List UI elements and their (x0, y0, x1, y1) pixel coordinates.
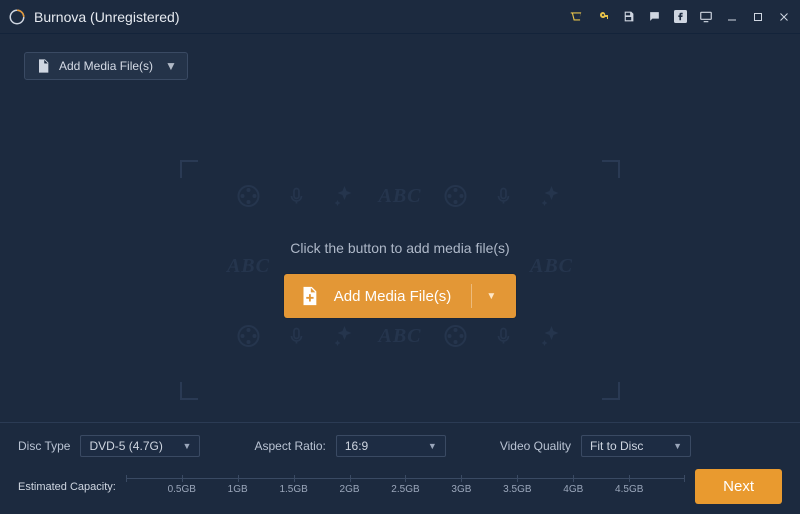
ruler-tick-label: 4GB (563, 484, 583, 495)
chevron-down-icon[interactable]: ▼ (486, 291, 496, 302)
ruler-tick-label: 2.5GB (391, 484, 419, 495)
capacity-label: Estimated Capacity: (18, 481, 116, 493)
ghost-abc: ABC (530, 255, 573, 278)
titlebar: Burnova (Unregistered) (0, 0, 800, 34)
reel-icon (234, 322, 262, 350)
reel-icon (234, 182, 262, 210)
add-media-big-button[interactable]: Add Media File(s) ▼ (284, 274, 516, 318)
ghost-row: ABC (234, 182, 565, 210)
next-button-label: Next (723, 478, 754, 495)
facebook-icon[interactable] (672, 9, 688, 25)
add-file-icon (35, 58, 51, 74)
next-button[interactable]: Next (695, 469, 782, 504)
maximize-icon[interactable] (750, 9, 766, 25)
close-icon[interactable] (776, 9, 792, 25)
stage-message: Click the button to add media file(s) (284, 240, 516, 256)
ruler-tick-label: 3.5GB (503, 484, 531, 495)
ruler-tick-label: 1GB (228, 484, 248, 495)
sparkle-icon (330, 322, 358, 350)
disc-type-value: DVD-5 (4.7G) (89, 439, 162, 453)
bottom-bar: Disc Type DVD-5 (4.7G) ▼ Aspect Ratio: 1… (0, 422, 800, 514)
chevron-down-icon: ▼ (673, 441, 682, 451)
video-quality-value: Fit to Disc (590, 439, 643, 453)
titlebar-actions (568, 9, 792, 25)
chat-icon[interactable] (646, 9, 662, 25)
cart-icon[interactable] (568, 9, 584, 25)
main-stage: ABC ABC ABC ABC Click the button to add … (24, 100, 776, 430)
mic-icon (282, 322, 310, 350)
video-quality-select[interactable]: Fit to Disc ▼ (581, 435, 691, 457)
save-icon[interactable] (620, 9, 636, 25)
mic-icon (490, 322, 518, 350)
app-title: Burnova (Unregistered) (34, 9, 180, 25)
chevron-down-icon: ▼ (165, 59, 177, 73)
aspect-ratio-label: Aspect Ratio: (254, 439, 325, 453)
sparkle-icon (538, 322, 566, 350)
disc-type-label: Disc Type (18, 439, 70, 453)
add-file-icon (298, 285, 320, 307)
minimize-icon[interactable] (724, 9, 740, 25)
ruler-tick-label: 2GB (340, 484, 360, 495)
ghost-row: ABC (234, 322, 565, 350)
chevron-down-icon: ▼ (183, 441, 192, 451)
ghost-abc: ABC (378, 325, 421, 348)
sparkle-icon (538, 182, 566, 210)
add-media-small-button[interactable]: Add Media File(s) ▼ (24, 52, 188, 80)
ruler-tick-label: 4.5GB (615, 484, 643, 495)
aspect-ratio-value: 16:9 (345, 439, 368, 453)
ghost-abc: ABC (378, 185, 421, 208)
aspect-ratio-select[interactable]: 16:9 ▼ (336, 435, 446, 457)
sparkle-icon (330, 182, 358, 210)
add-media-big-label: Add Media File(s) (334, 288, 452, 305)
ruler-tick-label: 1.5GB (279, 484, 307, 495)
add-media-small-label: Add Media File(s) (59, 59, 153, 73)
reel-icon (442, 182, 470, 210)
chevron-down-icon: ▼ (428, 441, 437, 451)
ghost-abc: ABC (227, 255, 270, 278)
monitor-icon[interactable] (698, 9, 714, 25)
disc-type-select[interactable]: DVD-5 (4.7G) ▼ (80, 435, 200, 457)
mic-icon (490, 182, 518, 210)
reel-icon (442, 322, 470, 350)
video-quality-label: Video Quality (500, 439, 571, 453)
toolbar: Add Media File(s) ▼ (0, 34, 800, 80)
capacity-ruler: 0.5GB 1GB 1.5GB 2GB 2.5GB 3GB 3.5GB 4GB 4.5GB (126, 474, 685, 500)
ruler-tick-label: 3GB (451, 484, 471, 495)
mic-icon (282, 182, 310, 210)
ruler-tick-label: 0.5GB (168, 484, 196, 495)
app-logo-icon (8, 8, 26, 26)
key-icon[interactable] (594, 9, 610, 25)
